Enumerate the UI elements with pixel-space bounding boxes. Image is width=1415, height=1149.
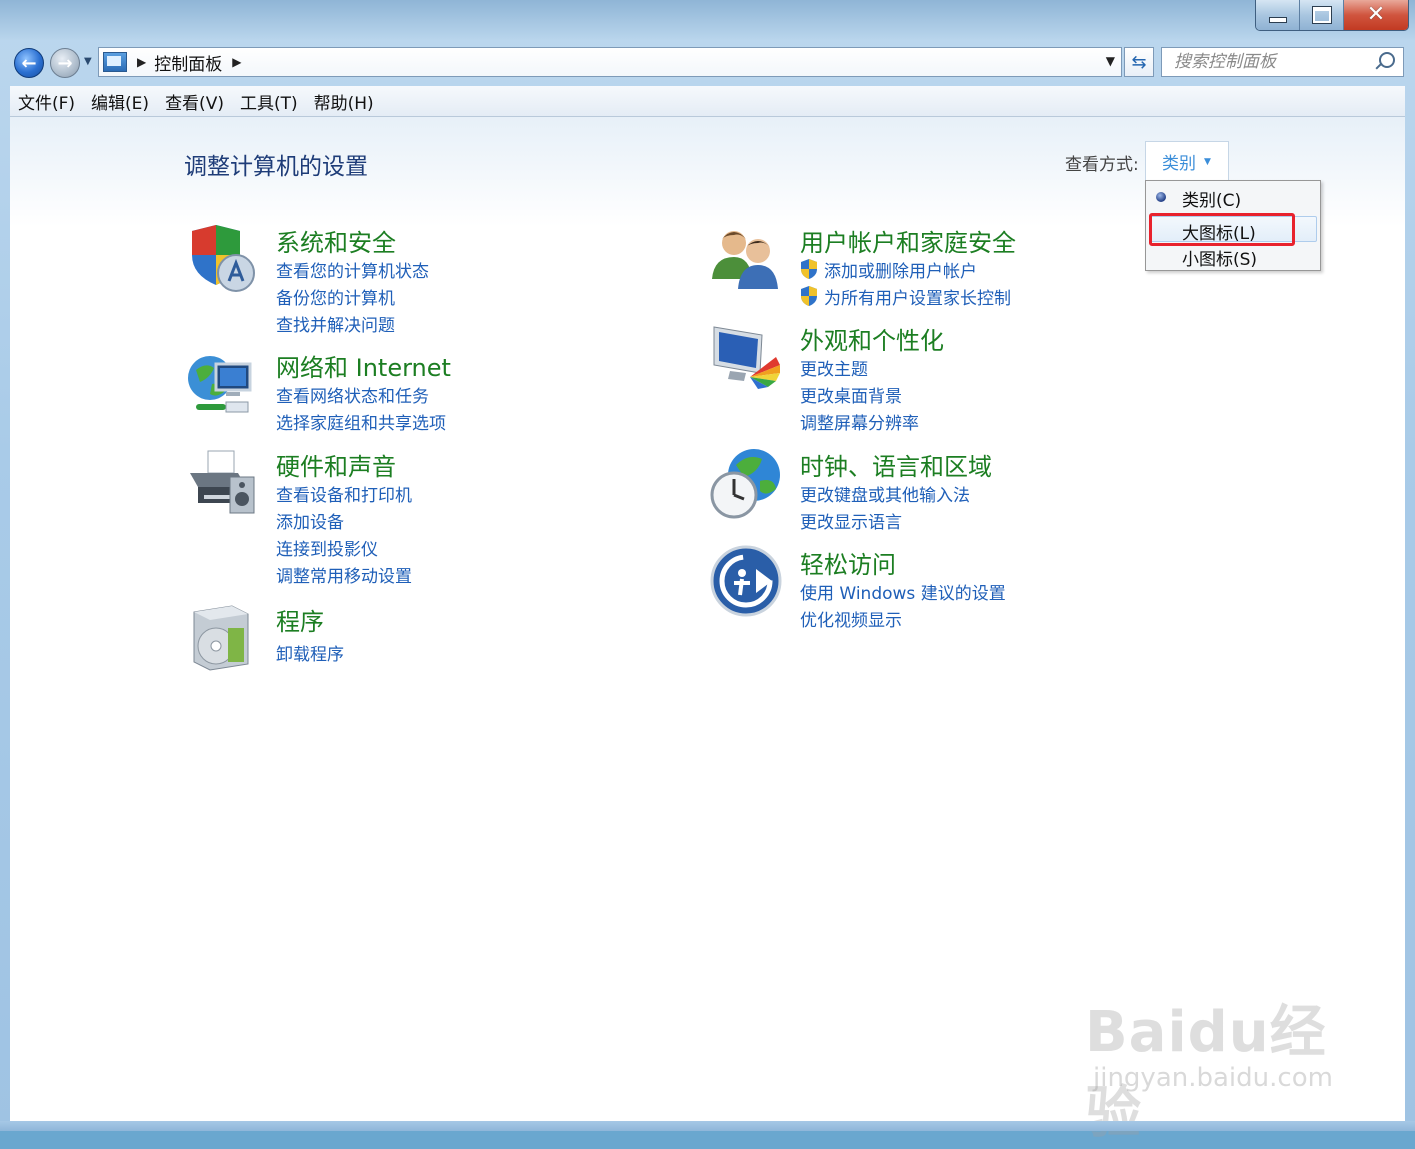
history-dropdown-icon[interactable]: ▼ xyxy=(84,56,92,67)
minimize-icon xyxy=(1268,17,1287,23)
uac-shield-icon xyxy=(801,259,817,279)
view-option-category[interactable]: 类别(C) xyxy=(1182,186,1241,211)
link-windows-recommended-settings[interactable]: 使用 Windows 建议的设置 xyxy=(800,579,1006,604)
link-screen-resolution[interactable]: 调整屏幕分辨率 xyxy=(800,409,919,434)
link-parental-controls[interactable]: 为所有用户设置家长控制 xyxy=(824,284,1011,309)
link-troubleshoot[interactable]: 查找并解决问题 xyxy=(276,311,395,336)
maximize-icon xyxy=(1311,6,1332,24)
link-connect-projector[interactable]: 连接到投影仪 xyxy=(276,535,378,560)
breadcrumb-chevron-icon[interactable]: ▶ xyxy=(137,55,146,69)
link-view-network-status[interactable]: 查看网络状态和任务 xyxy=(276,382,429,407)
menu-tools[interactable]: 工具(T) xyxy=(232,89,306,114)
breadcrumb-chevron-icon[interactable]: ▶ xyxy=(232,55,241,69)
address-dropdown-icon[interactable]: ▼ xyxy=(1106,54,1115,68)
view-by-dropdown[interactable]: 类别 ▼ xyxy=(1145,141,1229,181)
minimize-button[interactable] xyxy=(1256,0,1300,30)
link-backup-computer[interactable]: 备份您的计算机 xyxy=(276,284,395,309)
breadcrumb-control-panel[interactable]: 控制面板 xyxy=(154,50,222,75)
link-homegroup-sharing[interactable]: 选择家庭组和共享选项 xyxy=(276,409,446,434)
search-icon[interactable] xyxy=(1379,52,1395,68)
window-bottom-border xyxy=(0,1121,1415,1131)
ease-of-access-icon xyxy=(710,545,782,617)
uac-shield-icon xyxy=(801,286,817,306)
control-panel-window: ✕ ← → ▼ ▶ 控制面板 ▶ ▼ ⇆ 文件(F) 编辑(E) 查看(V) 工… xyxy=(0,0,1415,1146)
refresh-button[interactable]: ⇆ xyxy=(1124,47,1154,77)
category-title[interactable]: 用户帐户和家庭安全 xyxy=(800,223,1016,258)
category-title[interactable]: 程序 xyxy=(276,602,324,637)
link-devices-printers[interactable]: 查看设备和打印机 xyxy=(276,481,412,506)
link-add-device[interactable]: 添加设备 xyxy=(276,508,344,533)
category-title[interactable]: 轻松访问 xyxy=(800,545,896,580)
link-change-theme[interactable]: 更改主题 xyxy=(800,355,868,380)
view-by-value: 类别 xyxy=(1162,154,1196,174)
chevron-down-icon: ▼ xyxy=(1204,156,1211,167)
navigation-bar: ← → ▼ ▶ 控制面板 ▶ ▼ ⇆ xyxy=(0,42,1415,84)
menu-bar: 文件(F) 编辑(E) 查看(V) 工具(T) 帮助(H) xyxy=(10,86,1405,117)
menu-view[interactable]: 查看(V) xyxy=(157,89,232,114)
address-bar[interactable]: ▶ 控制面板 ▶ ▼ xyxy=(98,47,1122,77)
users-icon xyxy=(712,231,778,289)
printer-speaker-icon xyxy=(190,450,255,514)
menu-edit[interactable]: 编辑(E) xyxy=(83,89,157,114)
programs-disc-icon xyxy=(193,605,249,671)
monitor-palette-icon xyxy=(713,326,780,389)
main-content: 调整计算机的设置 查看方式: 类别 ▼ 类别(C) 大图标(L) 小图标(S) 系… xyxy=(10,117,1405,1146)
link-view-computer-status[interactable]: 查看您的计算机状态 xyxy=(276,257,429,282)
window-controls: ✕ xyxy=(1255,0,1409,31)
category-title[interactable]: 网络和 Internet xyxy=(276,348,451,383)
control-panel-icon xyxy=(103,52,127,72)
link-change-input-method[interactable]: 更改键盘或其他输入法 xyxy=(800,481,970,506)
arrow-right-icon: → xyxy=(57,52,73,74)
annotation-highlight-box xyxy=(1149,213,1295,246)
close-button[interactable]: ✕ xyxy=(1344,0,1408,30)
view-by-label: 查看方式: xyxy=(1065,155,1139,175)
link-uninstall-program[interactable]: 卸载程序 xyxy=(276,640,344,665)
link-mobility-settings[interactable]: 调整常用移动设置 xyxy=(276,562,412,587)
forward-button[interactable]: → xyxy=(50,48,80,78)
category-title[interactable]: 时钟、语言和区域 xyxy=(800,447,992,482)
shield-security-icon xyxy=(192,225,255,292)
back-button[interactable]: ← xyxy=(14,48,44,78)
refresh-icon: ⇆ xyxy=(1131,51,1147,73)
link-change-display-language[interactable]: 更改显示语言 xyxy=(800,508,902,533)
maximize-button[interactable] xyxy=(1300,0,1344,30)
category-title[interactable]: 外观和个性化 xyxy=(800,321,944,356)
search-input[interactable] xyxy=(1172,51,1366,73)
search-box[interactable] xyxy=(1161,47,1404,77)
category-title[interactable]: 硬件和声音 xyxy=(276,447,396,482)
radio-selected-icon xyxy=(1156,192,1166,202)
network-globe-icon xyxy=(188,356,252,413)
link-add-remove-accounts[interactable]: 添加或删除用户帐户 xyxy=(824,257,977,282)
close-icon: ✕ xyxy=(1366,2,1386,27)
view-option-small-icons[interactable]: 小图标(S) xyxy=(1182,245,1257,270)
arrow-left-icon: ← xyxy=(21,52,37,74)
category-title[interactable]: 系统和安全 xyxy=(276,223,396,258)
menu-file[interactable]: 文件(F) xyxy=(10,89,83,114)
watermark-url: jingyan.baidu.com xyxy=(1093,1063,1333,1093)
page-title: 调整计算机的设置 xyxy=(184,154,368,180)
link-change-background[interactable]: 更改桌面背景 xyxy=(800,382,902,407)
link-optimize-visual-display[interactable]: 优化视频显示 xyxy=(800,606,902,631)
title-bar[interactable] xyxy=(0,0,1415,40)
baidu-watermark: Baidu经验 jingyan.baidu.com xyxy=(1085,967,1365,1146)
menu-help[interactable]: 帮助(H) xyxy=(306,89,382,114)
clock-globe-icon xyxy=(710,449,780,519)
